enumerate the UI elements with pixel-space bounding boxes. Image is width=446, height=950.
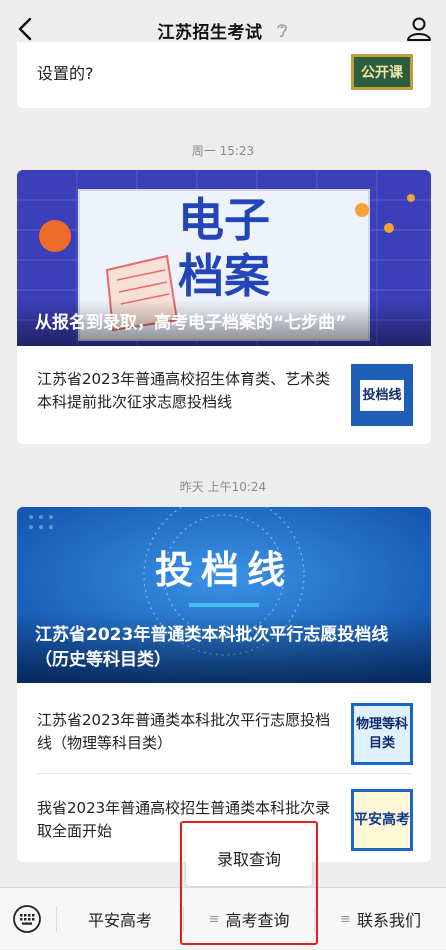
person-icon[interactable] [406,16,432,42]
article-thumbnail: 物理等科目类 [351,703,413,765]
ear-icon [276,24,287,38]
article-card: 电子 档案 从报名到录取，高考电子档案的“七步曲” 江苏省2023年普通高校招生… [17,170,431,444]
menu-item-safe-exam[interactable]: 平安高考 [57,888,183,950]
highlight-box [180,821,318,945]
menu-item-label: 平安高考 [87,911,152,930]
hero-caption: 从报名到录取，高考电子档案的“七步曲” [17,300,431,346]
article-title: 江苏省2023年普通类本科批次平行志愿投档线（物理等科目类） [37,711,331,752]
menu-icon: ≡ [340,911,351,927]
hero-article[interactable]: 投档线 江苏省2023年普通类本科批次平行志愿投档线（历史等科目类） [17,507,431,683]
thumbnail-text: 投档线 [360,379,404,411]
page-title: 江苏招生考试 [157,22,263,43]
article-title: 设置的? [37,64,94,83]
timestamp: 周一 15:23 [191,144,255,158]
article-thumbnail: 平安高考 [351,789,413,851]
hero-caption: 江苏省2023年普通类本科批次平行志愿投档线（历史等科目类） [17,613,431,683]
timestamp: 昨天 上午10:24 [179,480,267,494]
hero-article[interactable]: 电子 档案 从报名到录取，高考电子档案的“七步曲” [17,170,431,346]
hero-heading-line2: 档案 [178,249,271,303]
thumbnail-text: 公开课 [361,65,403,81]
thumbnail-text: 物理等科目类 [355,717,408,751]
article-thumbnail: 投档线 [351,364,413,426]
hero-heading-line1: 电子 [178,193,270,247]
menu-item-contact-us[interactable]: ≡ 联系我们 [315,888,446,950]
keyboard-icon[interactable] [12,904,42,934]
chevron-left-icon[interactable] [14,16,38,42]
hero-heading: 投档线 [155,548,293,592]
list-item[interactable]: 江苏省2023年普通高校招生体育类、艺术类本科提前批次征求志愿投档线 投档线 [17,346,431,444]
article-card[interactable]: 设置的? 公开课 [17,42,431,108]
menu-item-label: 联系我们 [356,911,421,930]
thumbnail-text: 平安高考 [354,811,410,828]
article-thumbnail: 公开课 [351,54,413,90]
list-item[interactable]: 江苏省2023年普通类本科批次平行志愿投档线（物理等科目类） 物理等科目类 [17,683,431,773]
article-title: 江苏省2023年普通高校招生体育类、艺术类本科提前批次征求志愿投档线 [37,370,331,411]
article-card: 投档线 江苏省2023年普通类本科批次平行志愿投档线（历史等科目类） 江苏省20… [17,507,431,862]
